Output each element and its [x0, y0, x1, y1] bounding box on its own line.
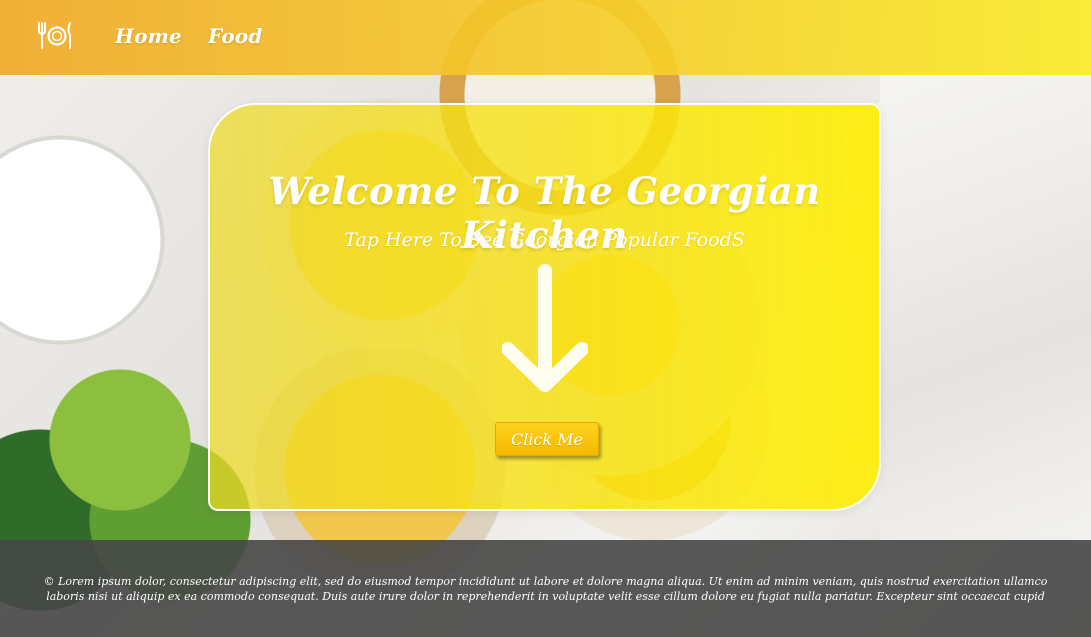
main-nav: Home Food [115, 24, 263, 48]
nav-link-home[interactable]: Home [115, 24, 182, 48]
click-me-button[interactable]: Click Me [495, 422, 599, 456]
top-nav-bar: Home Food [0, 0, 1091, 75]
footer: © Lorem ipsum dolor, consectetur adipisc… [0, 540, 1091, 637]
background-marble [880, 75, 1091, 540]
footer-text: © Lorem ipsum dolor, consectetur adipisc… [43, 574, 1048, 603]
nav-link-food[interactable]: Food [208, 24, 263, 48]
hero-card: Welcome To The Georgian Kitchen Tap Here… [208, 103, 881, 511]
arrow-down-icon[interactable] [502, 263, 588, 397]
plate-cutlery-icon[interactable] [36, 20, 74, 50]
hero-subtitle-link[interactable]: Tap Here To See Georgian Popular FoodS [210, 229, 879, 251]
